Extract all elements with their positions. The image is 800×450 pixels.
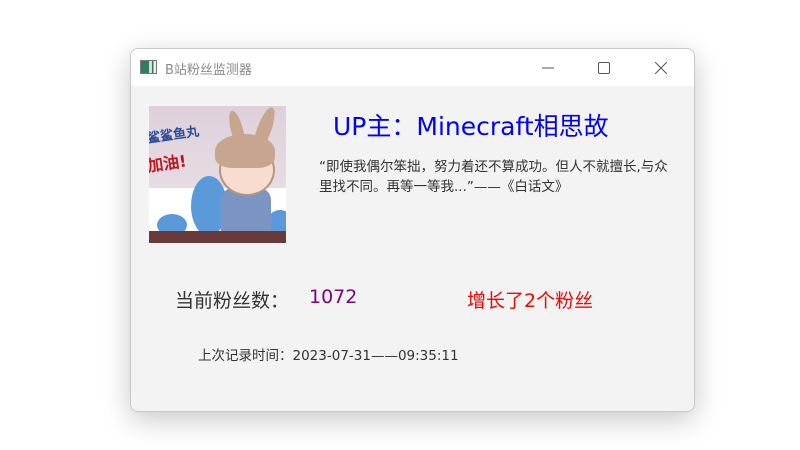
app-window: B站粉丝监测器 鲨鲨鱼丸 加油! UP主：Minecraft相思故 “即使我偶尔…: [130, 48, 695, 412]
uploader-name: UP主：Minecraft相思故: [333, 112, 609, 141]
minimize-button[interactable]: [525, 49, 571, 86]
fans-count-label: 当前粉丝数：: [175, 290, 290, 312]
close-button[interactable]: [638, 49, 684, 86]
signature-quote: “即使我偶尔笨拙，努力着还不算成功。但人不就擅长,与众里找不同。再等一等我...…: [319, 159, 668, 195]
close-icon: [655, 61, 667, 74]
avatar-lettering: 加油!: [149, 151, 188, 176]
fans-count-value: 1072: [309, 286, 358, 308]
uploader-avatar: 鲨鲨鱼丸 加油!: [149, 106, 286, 243]
fans-growth: 增长了2个粉丝: [467, 290, 594, 312]
minimize-icon: [542, 67, 554, 68]
avatar-hair: [215, 134, 275, 168]
last-record-time: 上次记录时间：2023-07-31——09:35:11: [198, 348, 459, 364]
maximize-button[interactable]: [581, 49, 627, 86]
avatar-lettering: 鲨鲨鱼丸: [149, 124, 201, 147]
maximize-icon: [598, 61, 610, 74]
avatar-floor: [149, 231, 286, 243]
window-title: B站粉丝监测器: [165, 63, 252, 78]
app-icon: [140, 60, 157, 74]
title-bar[interactable]: B站粉丝监测器: [131, 49, 694, 86]
